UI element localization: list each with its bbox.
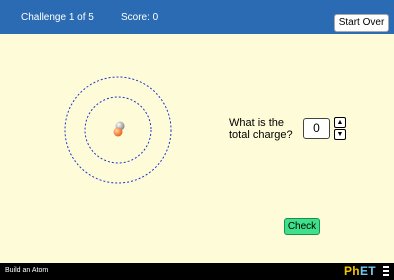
decrement-arrow-icon[interactable]: ▼ (334, 129, 346, 140)
game-screen: Challenge 1 of 5 Score: 0 Start Over Wha… (0, 0, 394, 280)
proton-particle (113, 127, 123, 137)
menu-icon[interactable] (383, 266, 389, 276)
app-title: Build an Atom (5, 267, 49, 274)
phet-logo-et: ET (359, 264, 376, 278)
charge-question: What is the total charge? (229, 117, 293, 141)
increment-arrow-icon[interactable]: ▲ (334, 117, 346, 128)
question-line-1: What is the (229, 117, 285, 129)
question-line-2: total charge? (229, 129, 293, 141)
phet-logo-ph: Ph (344, 264, 360, 278)
check-button[interactable]: Check (284, 218, 320, 235)
atom-diagram (64, 76, 172, 184)
phet-logo[interactable]: PhET (344, 264, 376, 278)
footer-bar: Build an Atom (0, 263, 394, 280)
charge-answer-field[interactable]: 0 (303, 118, 330, 139)
